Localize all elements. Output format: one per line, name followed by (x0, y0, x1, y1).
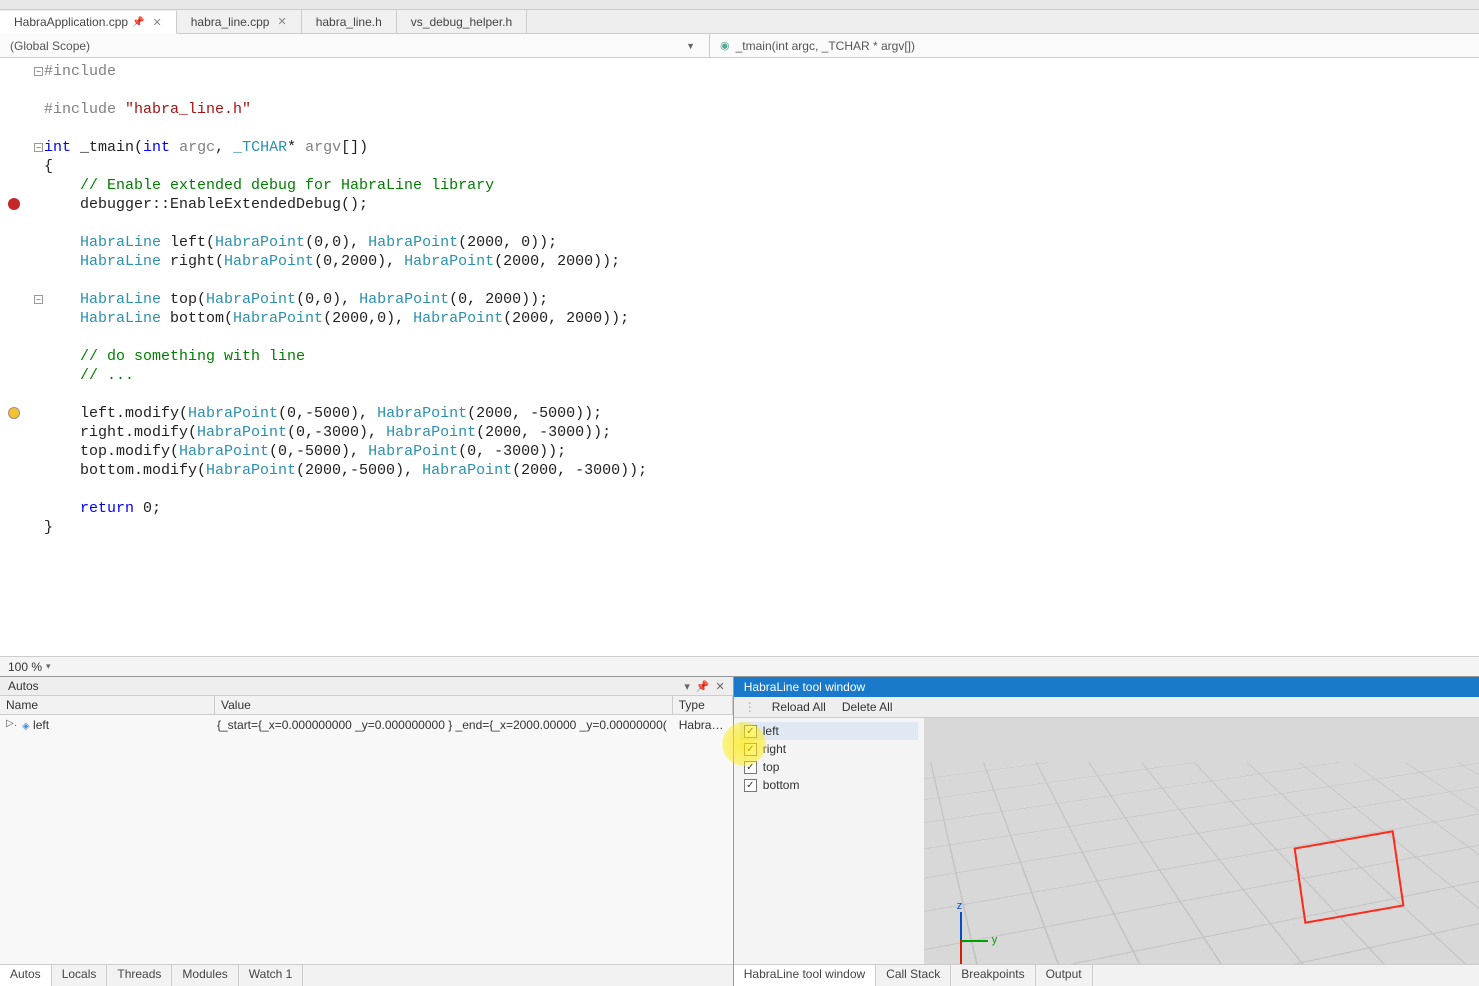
btab-watch1[interactable]: Watch 1 (239, 965, 304, 986)
btab-autos[interactable]: Autos (0, 965, 52, 986)
zoom-value: 100 % (8, 660, 42, 674)
list-item[interactable]: ✓ top (740, 758, 918, 776)
list-item[interactable]: ✓ bottom (740, 776, 918, 794)
fold-toggle[interactable]: − (34, 143, 43, 152)
breakpoint-icon[interactable] (8, 198, 20, 210)
col-name[interactable]: Name (0, 696, 215, 714)
pin-icon[interactable]: 📌 (696, 680, 710, 693)
btab-habraline[interactable]: HabraLine tool window (734, 965, 876, 986)
delete-all-button[interactable]: Delete All (842, 700, 893, 714)
btab-modules[interactable]: Modules (172, 965, 238, 986)
close-icon[interactable]: ✕ (277, 15, 286, 28)
top-toolbar-blur (0, 0, 1479, 10)
item-label: bottom (763, 778, 800, 792)
axis-y-label: y (992, 934, 998, 946)
item-label: left (763, 724, 779, 738)
var-type: HabraLin (673, 716, 733, 734)
pin-icon[interactable]: 📌 (132, 17, 144, 28)
list-item[interactable]: ✓ right (740, 740, 918, 758)
file-tabs: HabraApplication.cpp 📌 ✕ habra_line.cpp … (0, 10, 1479, 34)
dropdown-icon[interactable]: ▾ (684, 680, 690, 693)
object-list: ✓ left ✓ right ✓ top ✓ bottom (734, 718, 924, 964)
axis-x (960, 940, 962, 964)
scope-dropdown[interactable]: (Global Scope) ▼ (0, 34, 710, 57)
fold-toggle[interactable]: − (34, 67, 43, 76)
zoom-dropdown[interactable]: 100 % ▾ (8, 660, 55, 674)
gutter[interactable]: − − − (0, 58, 44, 656)
tab-vs-debug-helper-h[interactable]: vs_debug_helper.h (397, 10, 527, 33)
axis-z-label: z (957, 900, 963, 912)
tab-habra-line-cpp[interactable]: habra_line.cpp ✕ (177, 10, 302, 33)
code-editor[interactable]: − − − #include #include "habra_line.h" int… (0, 58, 1479, 656)
navigation-dropdowns: (Global Scope) ▼ ◉ _tmain(int argc, _TCH… (0, 34, 1479, 58)
tool-window-toolbar: ⋮ Reload All Delete All (734, 697, 1479, 718)
code-area[interactable]: #include #include "habra_line.h" int _tm… (44, 58, 1479, 656)
item-label: top (763, 760, 780, 774)
autos-table-head: Name Value Type (0, 696, 733, 715)
var-value: {_start={_x=0.000000000 _y=0.000000000 }… (211, 716, 673, 734)
expand-icon[interactable]: ▷ (0, 716, 16, 734)
btab-callstack[interactable]: Call Stack (876, 965, 951, 986)
tool-window-bottom-tabs: HabraLine tool window Call Stack Breakpo… (734, 964, 1479, 986)
habraline-tool-window: HabraLine tool window ⋮ Reload All Delet… (734, 677, 1479, 986)
tab-habra-line-h[interactable]: habra_line.h (302, 10, 397, 33)
member-label: _tmain(int argc, _TCHAR * argv[]) (736, 39, 915, 53)
tool-window-title: HabraLine tool window (734, 677, 1479, 697)
tab-label: habra_line.cpp (191, 15, 270, 29)
tool-window-body: ✓ left ✓ right ✓ top ✓ bottom z y x (734, 718, 1479, 964)
var-name: left (33, 718, 49, 732)
zoom-bar: 100 % ▾ (0, 656, 1479, 676)
bottom-panels: Autos ▾ 📌 ✕ Name Value Type ▷ ◈ left {_s… (0, 676, 1479, 986)
reload-all-button[interactable]: Reload All (772, 700, 826, 714)
tab-label: vs_debug_helper.h (411, 15, 512, 29)
chevron-down-icon: ▾ (46, 661, 51, 672)
autos-bottom-tabs: Autos Locals Threads Modules Watch 1 (0, 964, 733, 986)
autos-panel: Autos ▾ 📌 ✕ Name Value Type ▷ ◈ left {_s… (0, 677, 734, 986)
tab-label: HabraApplication.cpp (14, 15, 128, 29)
autos-title: Autos (8, 679, 39, 693)
axis-z (960, 912, 962, 940)
chevron-down-icon: ▼ (686, 41, 695, 51)
3d-viewport[interactable]: z y x (924, 718, 1479, 964)
member-dropdown[interactable]: ◉ _tmain(int argc, _TCHAR * argv[]) (710, 34, 1479, 57)
grid-floor (924, 718, 1479, 964)
item-label: right (763, 742, 786, 756)
checkbox[interactable]: ✓ (744, 743, 757, 756)
btab-locals[interactable]: Locals (52, 965, 108, 986)
btab-breakpoints[interactable]: Breakpoints (951, 965, 1035, 986)
current-line-icon[interactable] (8, 407, 20, 419)
col-value[interactable]: Value (215, 696, 673, 714)
checkbox[interactable]: ✓ (744, 725, 757, 738)
scope-label: (Global Scope) (10, 39, 90, 53)
axis-y (960, 940, 988, 942)
table-row[interactable]: ▷ ◈ left {_start={_x=0.000000000 _y=0.00… (0, 715, 733, 735)
tab-label: habra_line.h (316, 15, 382, 29)
variable-icon: ◈ (22, 721, 30, 732)
checkbox[interactable]: ✓ (744, 779, 757, 792)
fold-toggle[interactable]: − (34, 295, 43, 304)
grip-icon[interactable]: ⋮ (744, 700, 756, 714)
close-icon[interactable]: ✕ (716, 680, 725, 693)
col-type[interactable]: Type (673, 696, 733, 714)
checkbox[interactable]: ✓ (744, 761, 757, 774)
autos-header: Autos ▾ 📌 ✕ (0, 677, 733, 696)
list-item[interactable]: ✓ left (740, 722, 918, 740)
btab-threads[interactable]: Threads (107, 965, 172, 986)
tab-habraapplication[interactable]: HabraApplication.cpp 📌 ✕ (0, 11, 177, 34)
method-icon: ◉ (720, 39, 730, 52)
btab-output[interactable]: Output (1036, 965, 1093, 986)
close-icon[interactable]: ✕ (153, 16, 162, 29)
